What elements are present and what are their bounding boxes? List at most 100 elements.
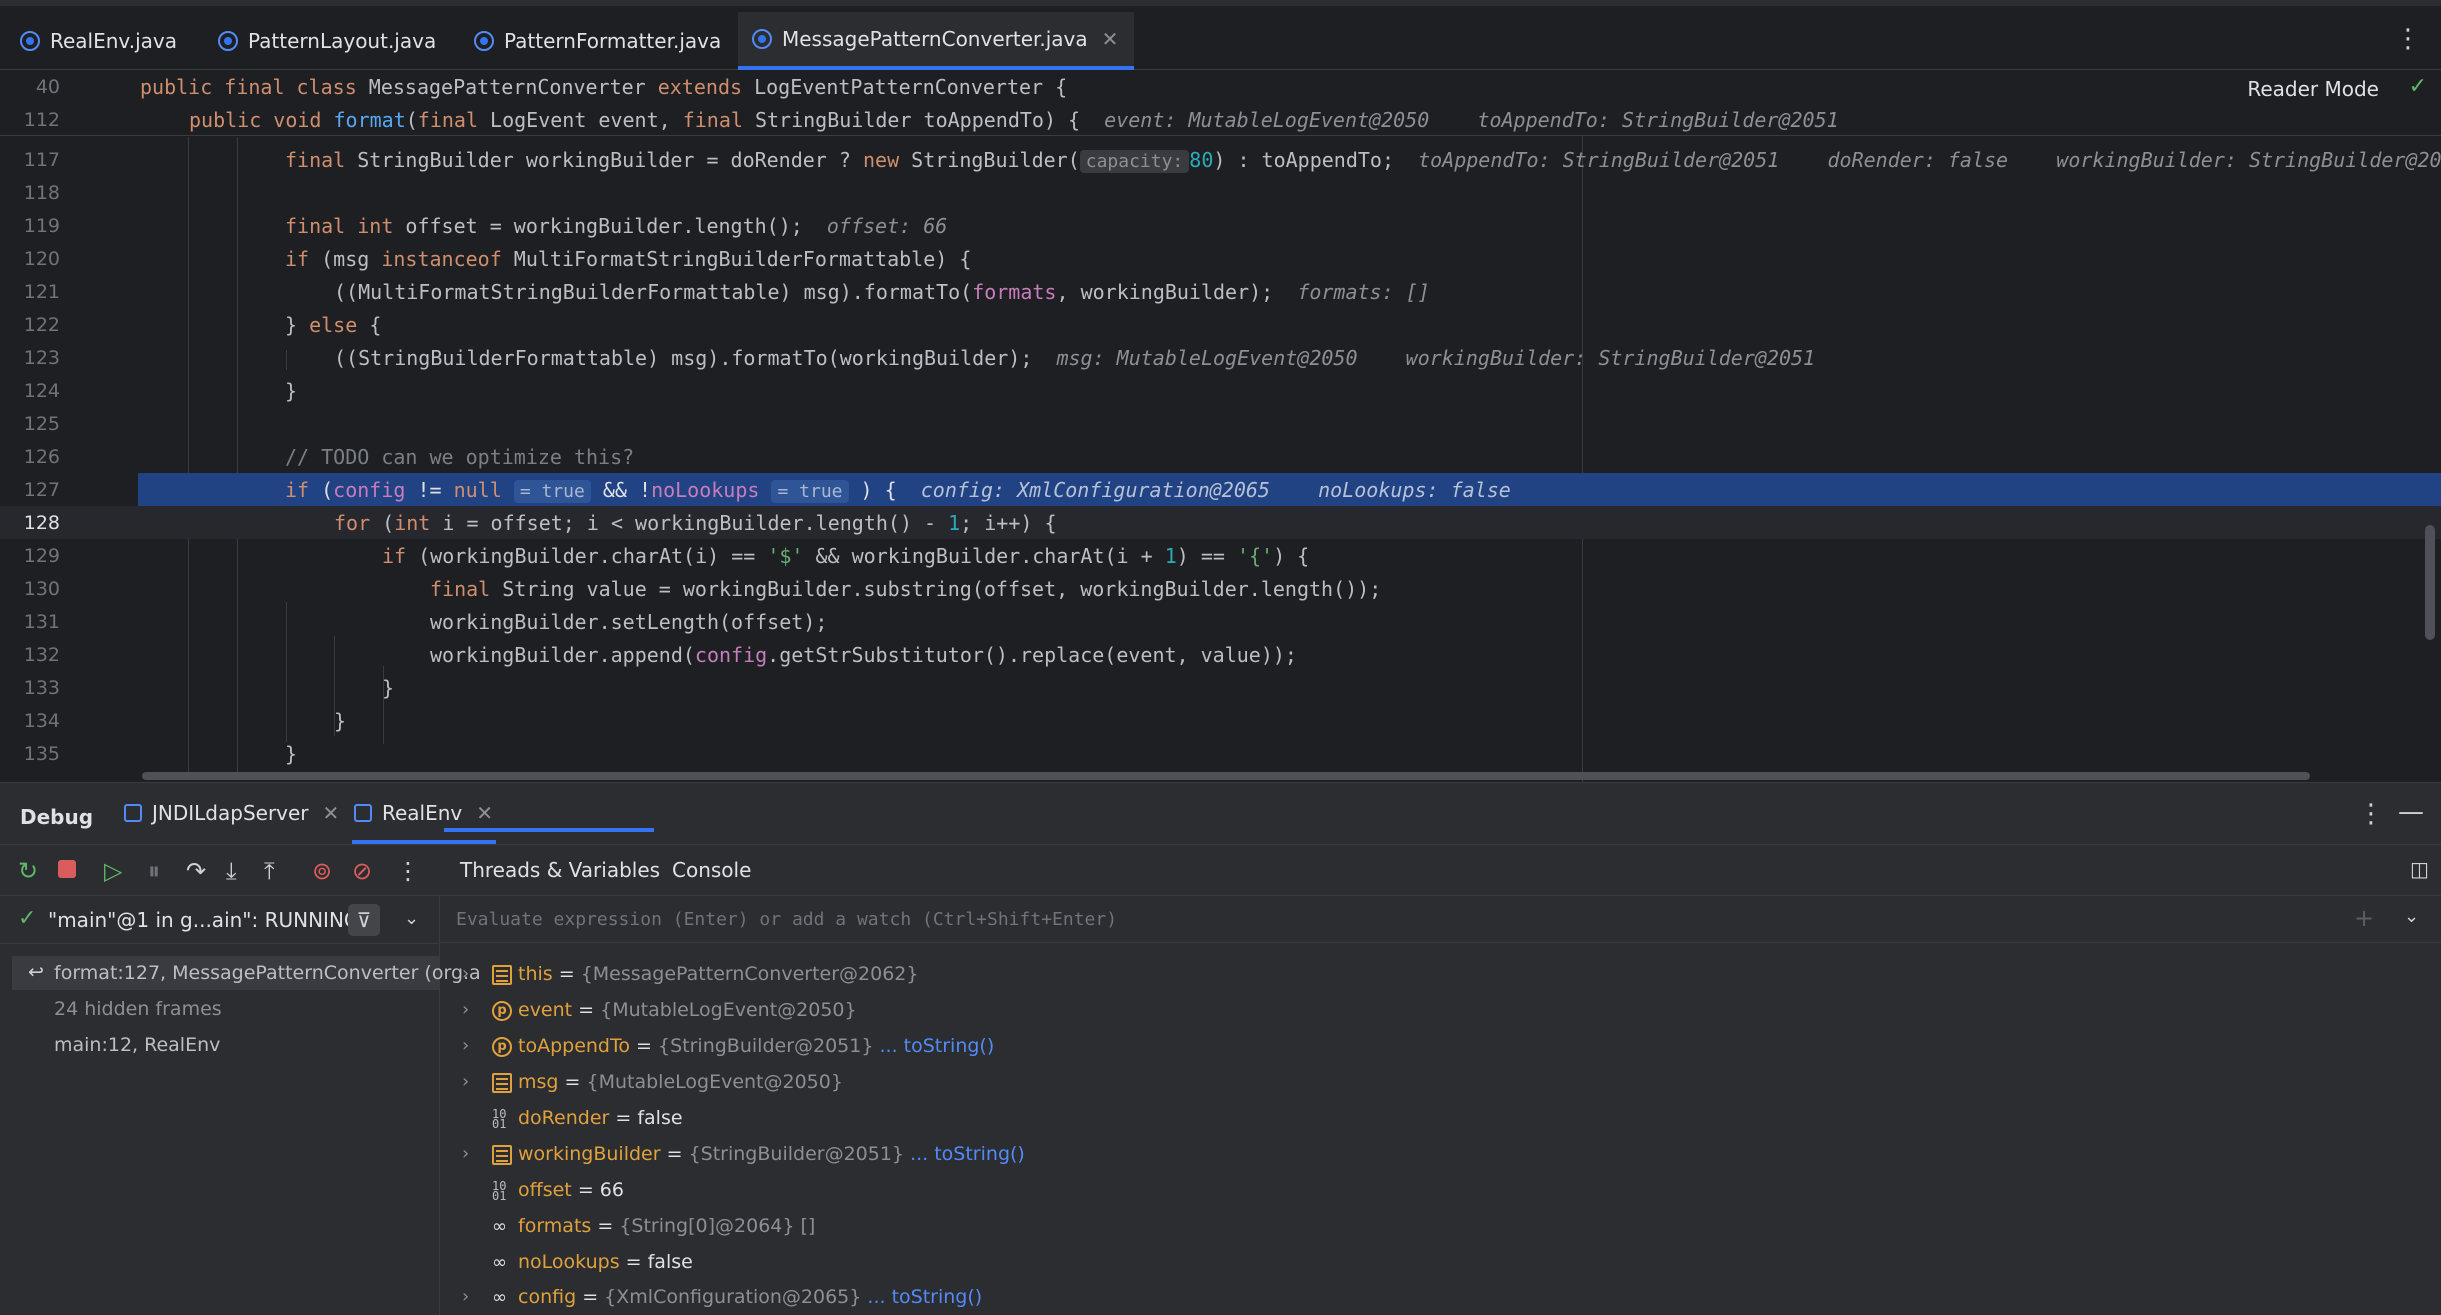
layout-icon[interactable]: ◫ [2410, 857, 2429, 881]
chevron-right-icon[interactable]: › [462, 1035, 469, 1056]
sticky-line[interactable]: 40 public final class MessagePatternConv… [0, 70, 2441, 103]
chevron-down-icon[interactable]: ⌄ [2404, 906, 2419, 927]
session-tab-jndildapserver[interactable]: JNDILdapServer ✕ [124, 801, 339, 825]
line-number: 133 [23, 677, 60, 699]
variable-value: {StringBuilder@2051} [658, 1035, 874, 1057]
step-into-icon[interactable]: ⤓ [226, 857, 237, 885]
code-line-128[interactable]: 128 for (int i = offset; i < workingBuil… [0, 506, 2441, 539]
code-line-129[interactable]: 129 if (workingBuilder.charAt(i) == '$' … [0, 539, 2441, 572]
watch-glasses-icon: ∞ [492, 1287, 507, 1308]
close-icon[interactable]: ✕ [476, 801, 493, 825]
chevron-right-icon[interactable]: › [462, 1286, 469, 1307]
rerun-icon[interactable]: ↻ [18, 857, 38, 885]
tab-messagepatternconverter[interactable]: MessagePatternConverter.java ✕ [738, 12, 1135, 70]
session-label: RealEnv [382, 801, 463, 825]
debug-title: Debug [20, 805, 94, 829]
variable-name: msg [518, 1071, 559, 1093]
code-line-118[interactable]: 118 [0, 176, 2441, 209]
variable-value: {XmlConfiguration@2065} [604, 1286, 862, 1308]
code-line-123[interactable]: 123 ((StringBuilderFormattable) msg).for… [0, 341, 2441, 374]
variable-row[interactable]: › workingBuilder = {StringBuilder@2051} … [440, 1137, 2441, 1173]
chevron-right-icon[interactable]: › [462, 963, 469, 984]
code-line-125[interactable]: 125 [0, 407, 2441, 440]
code-line-131[interactable]: 131 workingBuilder.setLength(offset); [0, 605, 2441, 638]
more-options-icon[interactable]: ⋮ [396, 857, 420, 885]
step-over-icon[interactable]: ↷ [186, 857, 206, 885]
variable-row[interactable]: › this = {MessagePatternConverter@2062} [440, 957, 2441, 993]
tab-realenv[interactable]: RealEnv.java [20, 12, 177, 70]
execution-point-line-127[interactable]: 127 if (config != null = true && !noLook… [24, 473, 2441, 506]
chevron-right-icon[interactable]: › [462, 999, 469, 1020]
horizontal-scrollbar[interactable] [142, 772, 2310, 780]
close-icon[interactable]: ✕ [1102, 27, 1119, 51]
variable-row[interactable]: › ∞ config = {XmlConfiguration@2065} ...… [440, 1280, 2441, 1315]
tab-patternformatter[interactable]: PatternFormatter.java [474, 12, 721, 70]
pause-icon[interactable]: ⏸ [148, 857, 160, 885]
code-line-126[interactable]: 126 // TODO can we optimize this? [0, 440, 2441, 473]
tab-threads-variables[interactable]: Threads & Variables [460, 858, 660, 882]
chevron-right-icon[interactable]: › [462, 1071, 469, 1092]
stop-icon[interactable] [58, 860, 76, 878]
resume-icon[interactable]: ▷ [104, 857, 122, 885]
variable-row[interactable]: ∞ noLookups = false [440, 1245, 2441, 1281]
code-line-124[interactable]: 124 } [0, 374, 2441, 407]
variable-row[interactable]: ∞ formats = {String[0]@2064} [] [440, 1209, 2441, 1245]
code-comment: // TODO can we optimize this? [285, 445, 635, 469]
editor-tab-bar: RealEnv.java PatternLayout.java PatternF… [0, 0, 2441, 70]
watch-glasses-icon: ∞ [492, 1216, 507, 1237]
code-line-134[interactable]: 134 } [0, 704, 2441, 737]
step-out-icon[interactable]: ⤒ [264, 857, 275, 885]
variable-row[interactable]: › p event = {MutableLogEvent@2050} [440, 993, 2441, 1029]
thread-selector[interactable]: ✓ "main"@1 in g...ain": RUNNING ⊽ ⌄ [0, 896, 440, 944]
code-text: workingBuilder.append(config.getStrSubst… [430, 643, 1297, 667]
code-line-119[interactable]: 119 final int offset = workingBuilder.le… [0, 209, 2441, 242]
stack-frame[interactable]: ↩ format:127, MessagePatternConverter (o… [12, 956, 481, 990]
chevron-right-icon[interactable]: › [462, 1143, 469, 1164]
code-line-135[interactable]: 135 } [0, 737, 2441, 770]
close-icon[interactable]: ✕ [323, 801, 340, 825]
code-line-130[interactable]: 130 final String value = workingBuilder.… [0, 572, 2441, 605]
vertical-scrollbar[interactable] [2425, 525, 2435, 640]
tostring-link[interactable]: ... toString() [910, 1143, 1025, 1165]
frame-label: format:127, MessagePatternConverter (org… [54, 962, 481, 984]
minimize-icon[interactable]: — [2398, 797, 2424, 827]
mute-breakpoints-icon[interactable]: ⊘ [352, 857, 372, 885]
code-line-117[interactable]: 117 final StringBuilder workingBuilder =… [0, 143, 2441, 176]
variable-value: {String[0]@2064} [] [619, 1215, 816, 1237]
variable-row[interactable]: 10 01 offset = 66 [440, 1173, 2441, 1209]
variable-name: formats [518, 1215, 592, 1237]
stack-frame[interactable]: main:12, RealEnv [12, 1028, 440, 1062]
filter-icon[interactable]: ⊽ [348, 904, 380, 936]
code-line-133[interactable]: 133 } [0, 671, 2441, 704]
code-line-122[interactable]: 122 } else { [0, 308, 2441, 341]
code-line-121[interactable]: 121 ((MultiFormatStringBuilderFormattabl… [0, 275, 2441, 308]
view-breakpoints-icon[interactable]: ⊚ [312, 857, 332, 885]
code-text: } else { [285, 313, 382, 337]
sticky-line[interactable]: 112 public void format(final LogEvent ev… [0, 103, 2441, 136]
tostring-link[interactable]: ... toString() [867, 1286, 982, 1308]
variable-row[interactable]: › p toAppendTo = {StringBuilder@2051} ..… [440, 1029, 2441, 1065]
variable-row[interactable]: 10 01 doRender = false [440, 1101, 2441, 1137]
variable-row[interactable]: › msg = {MutableLogEvent@2050} [440, 1065, 2441, 1101]
tostring-link[interactable]: ... toString() [880, 1035, 995, 1057]
line-number: 134 [23, 710, 60, 732]
more-options-icon[interactable]: ⋮ [2358, 799, 2384, 829]
tab-console[interactable]: Console [672, 858, 751, 882]
add-watch-icon[interactable]: + [2354, 904, 2374, 932]
code-text: workingBuilder.setLength(offset); [430, 610, 828, 634]
line-number: 130 [23, 578, 60, 600]
code-line-132[interactable]: 132 workingBuilder.append(config.getStrS… [0, 638, 2441, 671]
tab-label: PatternLayout.java [248, 29, 437, 53]
hidden-frames[interactable]: 24 hidden frames [12, 992, 440, 1026]
evaluate-expression-input[interactable] [456, 904, 2256, 934]
code-editor[interactable]: 40 public final class MessagePatternConv… [0, 70, 2441, 782]
more-options-icon[interactable]: ⋮ [2395, 24, 2421, 54]
variable-name: doRender [518, 1107, 610, 1129]
tab-patternlayout[interactable]: PatternLayout.java [218, 12, 436, 70]
session-tab-realenv[interactable]: RealEnv ✕ [354, 801, 493, 825]
line-number: 129 [23, 545, 60, 567]
variables-tab-bar: Threads & Variables Console [440, 845, 2441, 895]
chevron-down-icon[interactable]: ⌄ [404, 908, 419, 929]
code-line-120[interactable]: 120 if (msg instanceof MultiFormatString… [0, 242, 2441, 275]
reader-mode-button[interactable]: Reader Mode [2247, 77, 2379, 101]
